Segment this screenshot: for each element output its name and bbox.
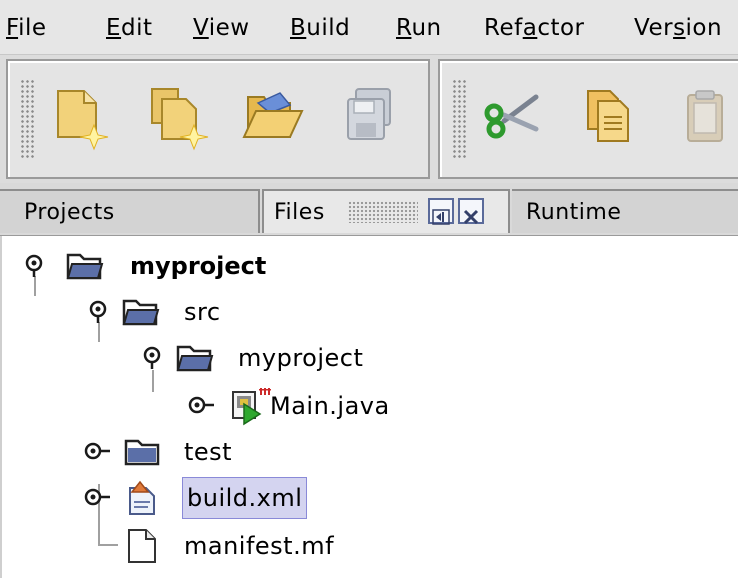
new-project-icon: [151, 88, 209, 151]
tree-label-build-xml: build.xml: [182, 477, 308, 519]
expanded-handle-icon[interactable]: [140, 346, 168, 370]
tree-label-main-java: Main.java: [270, 392, 390, 420]
tree-label-manifest: manifest.mf: [184, 532, 335, 560]
menu-view[interactable]: View: [193, 14, 250, 42]
menu-build[interactable]: Build: [290, 14, 350, 42]
tree-label-test: test: [184, 438, 233, 466]
explorer-tab-strip: Projects Files Runtime: [0, 183, 738, 237]
toolbar-grip[interactable]: [20, 79, 34, 159]
open-folder-icon: [176, 345, 214, 372]
tab-files-label: Files: [274, 200, 325, 225]
tab-runtime[interactable]: Runtime: [512, 189, 738, 233]
tree-node-build-xml[interactable]: build.xml: [2, 476, 738, 520]
close-window-button[interactable]: [458, 198, 484, 225]
toolbar: [0, 55, 738, 183]
open-folder-icon: [66, 253, 104, 280]
paste-button[interactable]: [672, 83, 738, 151]
menu-refactor[interactable]: Refactor: [484, 14, 585, 42]
collapsed-handle-icon[interactable]: [82, 484, 112, 510]
tree-node-test[interactable]: test: [2, 430, 738, 474]
open-project-icon: [242, 92, 304, 138]
folder-icon: [124, 439, 160, 466]
tree-node-main-java[interactable]: Main.java: [2, 384, 738, 428]
close-icon: [463, 209, 479, 225]
text-file-icon: [128, 529, 156, 563]
paste-icon: [687, 90, 723, 142]
menu-edit[interactable]: Edit: [106, 14, 153, 42]
new-file-icon: [57, 90, 109, 151]
open-project-button[interactable]: [240, 83, 308, 151]
menu-bar: File Edit View Build Run Refactor Versio…: [0, 0, 738, 55]
copy-icon: [587, 90, 629, 142]
save-all-icon: [347, 88, 391, 140]
open-folder-icon: [122, 299, 160, 326]
toolbar-group-edit: [438, 59, 738, 179]
tree-label-package: myproject: [238, 344, 364, 372]
tab-drag-handle[interactable]: [348, 201, 418, 223]
tab-runtime-label: Runtime: [526, 200, 622, 225]
files-tree: myproject src myproject Main.java test b…: [0, 236, 738, 578]
menu-versioning[interactable]: Version: [634, 14, 722, 42]
minimize-window-button[interactable]: [428, 198, 454, 225]
tree-label-src: src: [184, 298, 221, 326]
tab-projects-label: Projects: [24, 200, 115, 225]
tree-label-root: myproject: [130, 252, 267, 280]
tree-node-package[interactable]: myproject: [2, 336, 738, 380]
tab-projects[interactable]: Projects: [0, 189, 260, 233]
java-class-icon: [232, 388, 271, 426]
new-project-button[interactable]: [144, 83, 212, 151]
toolbar-group-file: [6, 59, 430, 179]
tree-node-root[interactable]: myproject: [2, 244, 738, 288]
menu-run[interactable]: Run: [396, 14, 442, 42]
tree-node-manifest[interactable]: manifest.mf: [2, 524, 738, 568]
cut-button[interactable]: [478, 83, 546, 151]
cut-icon: [484, 94, 539, 139]
menu-file[interactable]: File: [6, 14, 47, 42]
toolbar-grip[interactable]: [452, 79, 466, 159]
tab-files[interactable]: Files: [262, 189, 510, 233]
collapsed-handle-icon[interactable]: [82, 438, 112, 464]
new-file-button[interactable]: [46, 83, 114, 151]
collapsed-handle-icon[interactable]: [186, 392, 216, 418]
minimize-icon: [432, 209, 450, 225]
save-all-button[interactable]: [336, 83, 404, 151]
expanded-handle-icon[interactable]: [22, 254, 50, 278]
ant-script-icon: [129, 480, 155, 515]
tree-node-src[interactable]: src: [2, 290, 738, 334]
expanded-handle-icon[interactable]: [86, 300, 114, 324]
copy-button[interactable]: [574, 83, 642, 151]
